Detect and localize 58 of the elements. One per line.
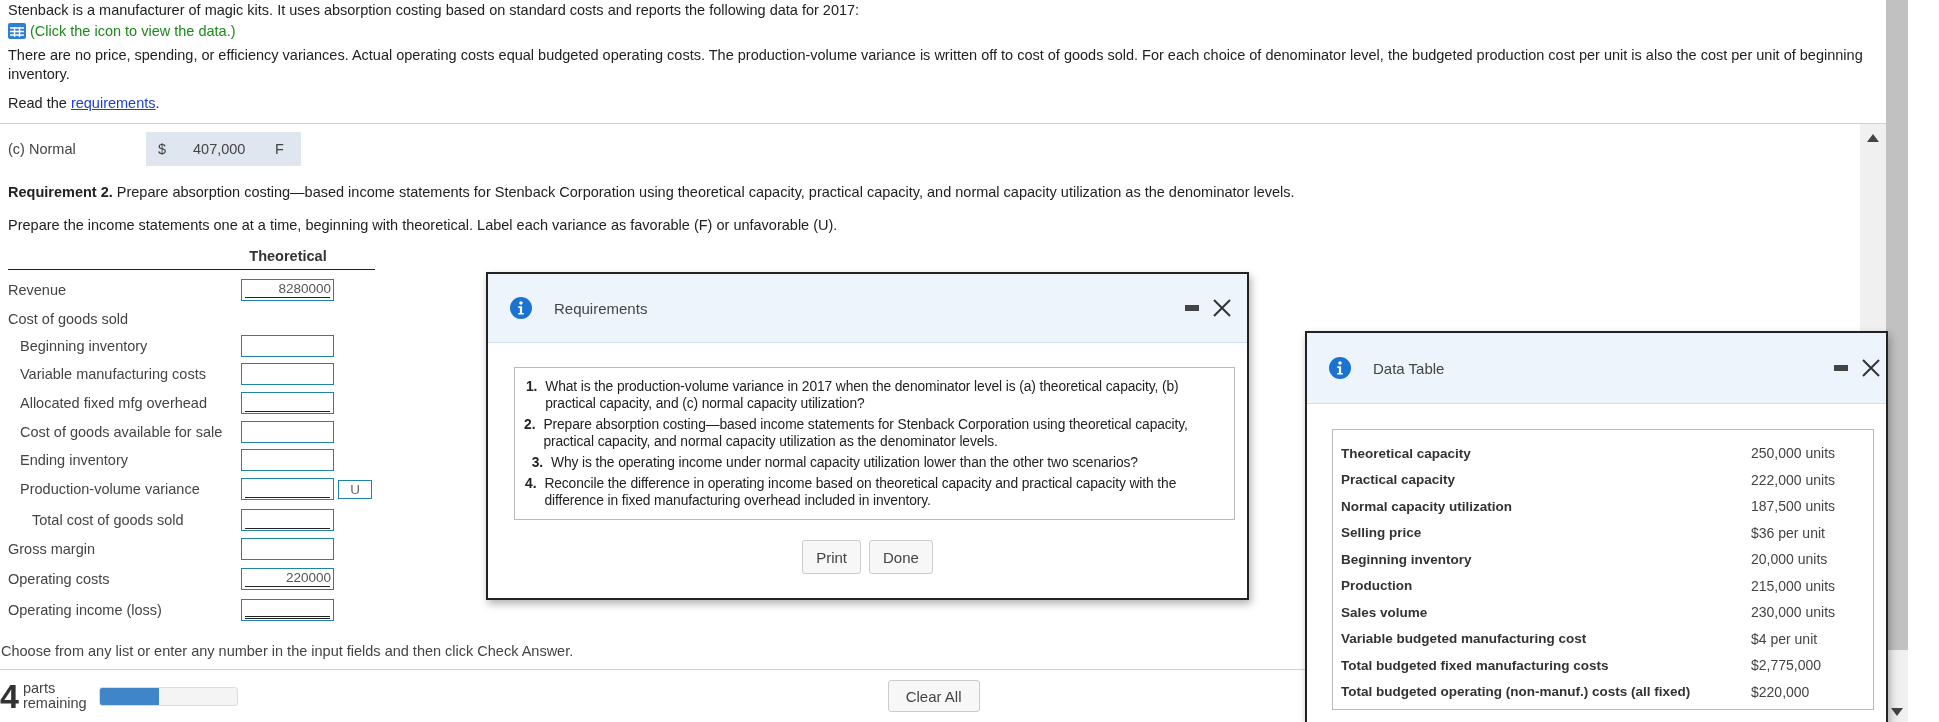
data-value: $220,000	[1751, 683, 1810, 700]
problem-text: Stenback is a manufacturer of magic kits. It uses absorption costing based on standard costs and reports the following data for 2017:	[8, 1, 861, 20]
data-value: 20,000 units	[1751, 551, 1828, 568]
row-label: Allocated fixed mfg overhead	[19, 395, 208, 411]
data-label: Total budgeted operating (non-manuf.) costs (all fixed)	[1341, 684, 1692, 700]
read-requirements-text: Read the requirements.	[8, 94, 161, 113]
row-label: Beginning inventory	[19, 338, 149, 355]
requirement-text: Requirement 2. Prepare absorption costing—based income statements for Stenback Corporation using theoretical capacity, practical capacity, and normal capacity utilization as the denominator levels.	[8, 184, 1296, 200]
row-label: Cost of goods available for sale	[19, 424, 224, 441]
data-value: 230,000 units	[1751, 604, 1836, 621]
requirement-item: Reconcile the difference in operating income based on theoretical capacity and practical capacity with the difference in fixed manufacturing overhead included in inventory.	[544, 475, 1178, 509]
dialog-button[interactable]: Print	[802, 540, 861, 574]
instruction-text: Prepare the income statements one at a time, beginning with theoretical. Label each variance as favorable (F) or unfavorable (U).	[8, 217, 839, 233]
item-number: 1.	[524, 378, 538, 396]
data-link[interactable]: (Click the icon to view the data.)	[30, 23, 236, 39]
variance-type-field[interactable]: U	[338, 479, 372, 499]
parts-count: 4	[0, 679, 19, 713]
requirement-item: Why is the operating income under normal capacity utilization lower than the other two scenarios?	[551, 454, 1138, 471]
requirement-item: What is the production-volume variance in 2017 when the denominator level is (a) theoretical capacity, (b) practical capacity, and (c) normal capacity utilization?	[545, 378, 1180, 412]
requirement-item: Prepare absorption costing—based income statements for Stenback Corporation using theoretical capacity, practical capacity, and normal capacity utilization as the denominator levels.	[543, 416, 1189, 450]
data-value: 187,500 units	[1751, 498, 1836, 515]
amount-field[interactable]: 220000	[241, 567, 334, 590]
row-label: Operating income (loss)	[8, 601, 163, 618]
requirements-link[interactable]: requirements	[70, 95, 156, 111]
variance-result: $ 407,000 F	[146, 132, 301, 166]
row-label: Cost of goods sold	[8, 310, 130, 327]
item-number: 3.	[530, 454, 543, 471]
row-label: Revenue	[8, 281, 68, 298]
variance-label: (c) Normal	[7, 141, 77, 157]
data-value: 250,000 units	[1751, 445, 1836, 462]
row-label: Operating costs	[8, 570, 111, 587]
problem-note: There are no price, spending, or efficiency variances. Actual operating costs equal budgeted operating costs. The production-volume variance is written off to cost of goods sold. For each choice of denominator level, the budgeted production cost per unit is also the cost per unit of beginning inventory.	[8, 46, 1864, 84]
data-label: Beginning inventory	[1341, 551, 1473, 567]
clear-all-button[interactable]: Clear All	[887, 680, 980, 712]
remaining-label: remaining	[22, 696, 87, 711]
data-label: Theoretical capacity	[1341, 445, 1472, 461]
data-value: $36 per unit	[1751, 524, 1825, 541]
item-number: 4.	[524, 475, 537, 493]
data-label: Sales volume	[1341, 604, 1429, 620]
data-label: Normal capacity utilization	[1341, 498, 1514, 514]
dialog-title: Requirements	[554, 299, 649, 317]
parts-label: parts	[22, 681, 57, 696]
data-label: Practical capacity	[1341, 472, 1457, 488]
amount-field[interactable]: 8280000	[241, 278, 334, 301]
data-value: 215,000 units	[1751, 577, 1836, 594]
dialog-title: Data Table	[1373, 359, 1446, 377]
data-value: 222,000 units	[1751, 471, 1836, 488]
data-label: Production	[1341, 578, 1414, 594]
row-label: Ending inventory	[19, 451, 129, 468]
data-label: Total budgeted fixed manufacturing costs	[1341, 657, 1610, 673]
data-label: Selling price	[1341, 525, 1423, 541]
row-label: Gross margin	[8, 541, 97, 558]
item-number: 2.	[523, 416, 536, 434]
column-header: Theoretical	[248, 248, 328, 264]
row-label: Variable manufacturing costs	[19, 365, 207, 382]
dialog-button[interactable]: Done	[869, 540, 933, 574]
row-label: Production-volume variance	[19, 481, 201, 497]
row-label: Total cost of goods sold	[31, 512, 185, 528]
